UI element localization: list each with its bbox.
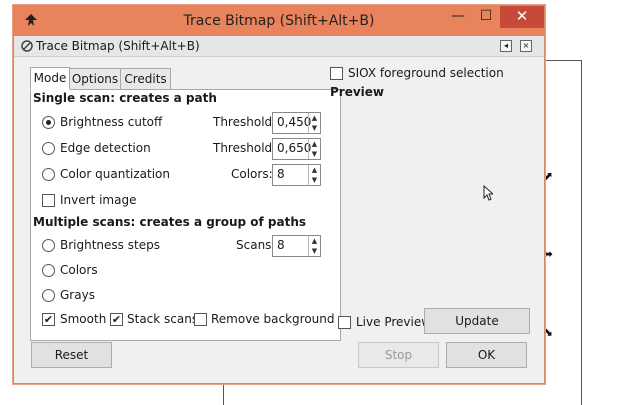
edge-threshold-spinner[interactable]: 0,650 ▲ ▼ — [272, 138, 321, 160]
grays-radio[interactable] — [42, 289, 55, 302]
canvas-frame-left — [223, 382, 224, 405]
live-preview-checkbox[interactable] — [338, 316, 351, 329]
edge-threshold-label: Threshold: — [213, 141, 277, 155]
invert-image-checkbox[interactable] — [42, 194, 55, 207]
edge-detection-radio[interactable] — [42, 142, 55, 155]
brightness-steps-label[interactable]: Brightness steps — [60, 238, 160, 252]
trace-bitmap-window: Trace Bitmap (Shift+Alt+B) — ☐ ✕ Trace B… — [13, 5, 545, 384]
spinner-arrows-icon[interactable]: ▲ ▼ — [308, 165, 320, 185]
spinner-arrows-icon[interactable]: ▲ ▼ — [308, 236, 320, 256]
close-button[interactable]: ✕ — [500, 6, 544, 28]
tab-options[interactable]: Options — [69, 68, 121, 90]
siox-label[interactable]: SIOX foreground selection — [348, 66, 504, 80]
spinner-arrows-icon[interactable]: ▲ ▼ — [308, 113, 320, 133]
brightness-steps-radio[interactable] — [42, 239, 55, 252]
stop-button[interactable]: Stop — [358, 342, 439, 368]
color-quantization-radio[interactable] — [42, 168, 55, 181]
scans-spinner[interactable]: 8 ▲ ▼ — [272, 235, 321, 257]
live-preview-label[interactable]: Live Preview — [356, 315, 431, 329]
brightness-cutoff-radio[interactable] — [42, 116, 55, 129]
stack-scans-checkbox[interactable]: ✔ — [110, 313, 123, 326]
brightness-threshold-label: Threshold: — [213, 115, 277, 129]
minimize-button[interactable]: — — [444, 6, 472, 28]
canvas-frame-top — [543, 60, 582, 61]
maximize-button[interactable]: ☐ — [472, 6, 500, 28]
canvas-frame-right — [581, 60, 582, 405]
tab-credits[interactable]: Credits — [120, 68, 171, 90]
smooth-checkbox[interactable]: ✔ — [42, 313, 55, 326]
stack-scans-label[interactable]: Stack scans — [127, 312, 198, 326]
update-button[interactable]: Update — [424, 308, 530, 334]
dock-title: Trace Bitmap (Shift+Alt+B) — [36, 39, 200, 53]
colors-count-label: Colors: — [231, 167, 273, 181]
ok-button[interactable]: OK — [446, 342, 527, 368]
remove-background-label[interactable]: Remove background — [211, 312, 335, 326]
scans-label: Scans: — [236, 238, 276, 252]
mouse-cursor-icon — [483, 185, 493, 201]
siox-checkbox[interactable] — [330, 67, 343, 80]
dock-restore-button[interactable]: ◂ — [500, 40, 512, 52]
brightness-threshold-spinner[interactable]: 0,450 ▲ ▼ — [272, 112, 321, 134]
edge-threshold-value[interactable]: 0,650 — [277, 141, 311, 155]
brightness-cutoff-label[interactable]: Brightness cutoff — [60, 115, 162, 129]
title-bar[interactable]: Trace Bitmap (Shift+Alt+B) — ☐ ✕ — [14, 6, 544, 36]
spinner-arrows-icon[interactable]: ▲ ▼ — [308, 139, 320, 159]
remove-background-checkbox[interactable] — [194, 313, 207, 326]
colors-label[interactable]: Colors — [60, 263, 98, 277]
dock-bar: Trace Bitmap (Shift+Alt+B) ◂ × — [14, 36, 544, 57]
grays-label[interactable]: Grays — [60, 288, 95, 302]
invert-image-label[interactable]: Invert image — [60, 193, 136, 207]
dock-close-button[interactable]: × — [520, 40, 532, 52]
smooth-label[interactable]: Smooth — [60, 312, 106, 326]
brightness-threshold-value[interactable]: 0,450 — [277, 115, 311, 129]
edge-detection-label[interactable]: Edge detection — [60, 141, 151, 155]
trace-icon — [21, 40, 33, 52]
colors-count-spinner[interactable]: 8 ▲ ▼ — [272, 164, 321, 186]
reset-button[interactable]: Reset — [31, 342, 112, 368]
color-quantization-label[interactable]: Color quantization — [60, 167, 170, 181]
colors-count-value[interactable]: 8 — [277, 167, 285, 181]
multi-scan-heading: Multiple scans: creates a group of paths — [33, 215, 307, 229]
scans-value[interactable]: 8 — [277, 238, 285, 252]
tab-mode[interactable]: Mode — [30, 67, 70, 90]
preview-heading: Preview — [330, 85, 385, 99]
colors-radio[interactable] — [42, 264, 55, 277]
single-scan-heading: Single scan: creates a path — [33, 91, 217, 105]
